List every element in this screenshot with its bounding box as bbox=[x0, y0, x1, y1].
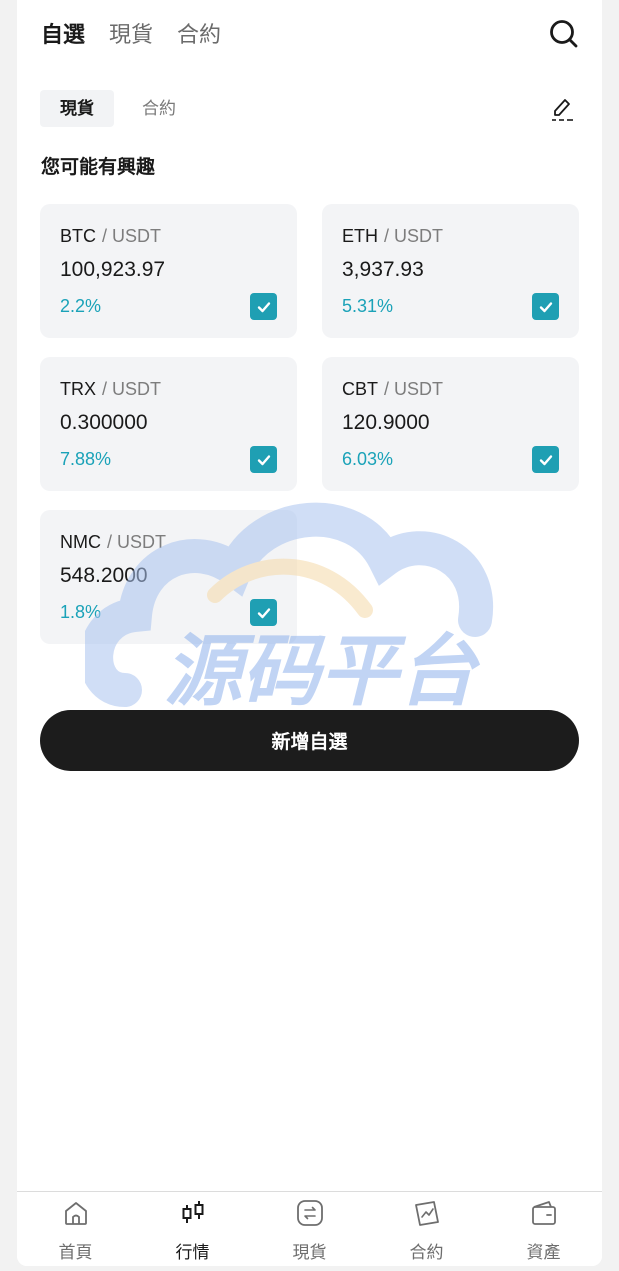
change-percent: 2.2% bbox=[60, 296, 102, 316]
select-checkbox[interactable] bbox=[250, 293, 277, 320]
sub-tabs: 現貨 合約 bbox=[40, 90, 196, 127]
quote-symbol: / USDT bbox=[102, 379, 162, 399]
subtab-contract[interactable]: 合約 bbox=[122, 90, 196, 127]
nav-label: 資產 bbox=[526, 1243, 561, 1262]
change-percent: 5.31% bbox=[342, 296, 394, 316]
select-checkbox[interactable] bbox=[250, 446, 277, 473]
base-symbol: CBT bbox=[342, 379, 378, 399]
price-value: 548.2000 bbox=[60, 564, 148, 587]
checkmark-icon bbox=[257, 454, 270, 465]
edit-button[interactable] bbox=[550, 96, 576, 124]
search-icon bbox=[550, 20, 578, 48]
candlestick-icon bbox=[182, 1201, 203, 1223]
nav-label: 首頁 bbox=[58, 1243, 93, 1262]
checkmark-icon bbox=[539, 454, 552, 465]
pair-label: BTC / USDT bbox=[60, 226, 161, 247]
wallet-icon bbox=[531, 1201, 556, 1225]
nav-item-market[interactable]: 行情 bbox=[134, 1192, 251, 1266]
quote-symbol: / USDT bbox=[102, 226, 162, 246]
base-symbol: ETH bbox=[342, 226, 378, 246]
base-symbol: TRX bbox=[60, 379, 96, 399]
tab-contract[interactable]: 合約 bbox=[177, 18, 221, 52]
nav-label: 行情 bbox=[175, 1243, 210, 1262]
price-value: 120.9000 bbox=[342, 411, 430, 434]
pair-label: ETH / USDT bbox=[342, 226, 443, 247]
checkmark-icon bbox=[257, 301, 270, 312]
section-title: 您可能有興趣 bbox=[41, 157, 156, 178]
tab-favorites[interactable]: 自選 bbox=[41, 18, 85, 52]
exchange-icon bbox=[296, 1200, 323, 1226]
select-checkbox[interactable] bbox=[532, 293, 559, 320]
nav-item-spot[interactable]: 現貨 bbox=[251, 1192, 368, 1266]
market-card-trx[interactable]: TRX / USDT 0.300000 7.88% bbox=[40, 357, 297, 491]
base-symbol: BTC bbox=[60, 226, 96, 246]
quote-symbol: / USDT bbox=[384, 379, 444, 399]
price-value: 100,923.97 bbox=[60, 258, 166, 281]
nav-item-contract[interactable]: 合約 bbox=[368, 1192, 485, 1266]
bottom-nav: 首頁 行情 現貨 合約 資產 bbox=[17, 1191, 602, 1266]
market-card-eth[interactable]: ETH / USDT 3,937.93 5.31% bbox=[322, 204, 579, 338]
select-checkbox[interactable] bbox=[532, 446, 559, 473]
change-percent: 7.88% bbox=[60, 449, 112, 469]
search-button[interactable] bbox=[548, 18, 580, 50]
top-tabs: 自選 現貨 合約 bbox=[41, 18, 221, 52]
app-container: 自選 現貨 合約 現貨 合約 您可能有興趣 BTC / USDT 100,923.… bbox=[17, 0, 602, 1266]
pair-label: CBT / USDT bbox=[342, 379, 443, 400]
change-percent: 1.8% bbox=[60, 602, 102, 622]
checkmark-icon bbox=[539, 301, 552, 312]
price-value: 3,937.93 bbox=[342, 258, 424, 281]
contract-icon bbox=[414, 1201, 439, 1226]
select-checkbox[interactable] bbox=[250, 599, 277, 626]
market-card-cbt[interactable]: CBT / USDT 120.9000 6.03% bbox=[322, 357, 579, 491]
market-card-nmc[interactable]: NMC / USDT 548.2000 1.8% bbox=[40, 510, 297, 644]
nav-label: 合約 bbox=[409, 1243, 444, 1262]
pair-label: NMC / USDT bbox=[60, 532, 166, 553]
nav-label: 現貨 bbox=[292, 1243, 327, 1262]
change-percent: 6.03% bbox=[342, 449, 394, 469]
nav-item-home[interactable]: 首頁 bbox=[17, 1192, 134, 1266]
pair-label: TRX / USDT bbox=[60, 379, 161, 400]
price-value: 0.300000 bbox=[60, 411, 148, 434]
tab-spot[interactable]: 現貨 bbox=[109, 18, 153, 52]
quote-symbol: / USDT bbox=[107, 532, 167, 552]
base-symbol: NMC bbox=[60, 532, 101, 552]
home-icon bbox=[64, 1202, 87, 1225]
nav-item-assets[interactable]: 資產 bbox=[485, 1192, 602, 1266]
edit-icon bbox=[552, 99, 573, 121]
market-card-btc[interactable]: BTC / USDT 100,923.97 2.2% bbox=[40, 204, 297, 338]
quote-symbol: / USDT bbox=[384, 226, 444, 246]
subtab-spot[interactable]: 現貨 bbox=[40, 90, 114, 127]
add-favorites-button[interactable]: 新增自選 bbox=[40, 710, 579, 771]
checkmark-icon bbox=[257, 607, 270, 618]
